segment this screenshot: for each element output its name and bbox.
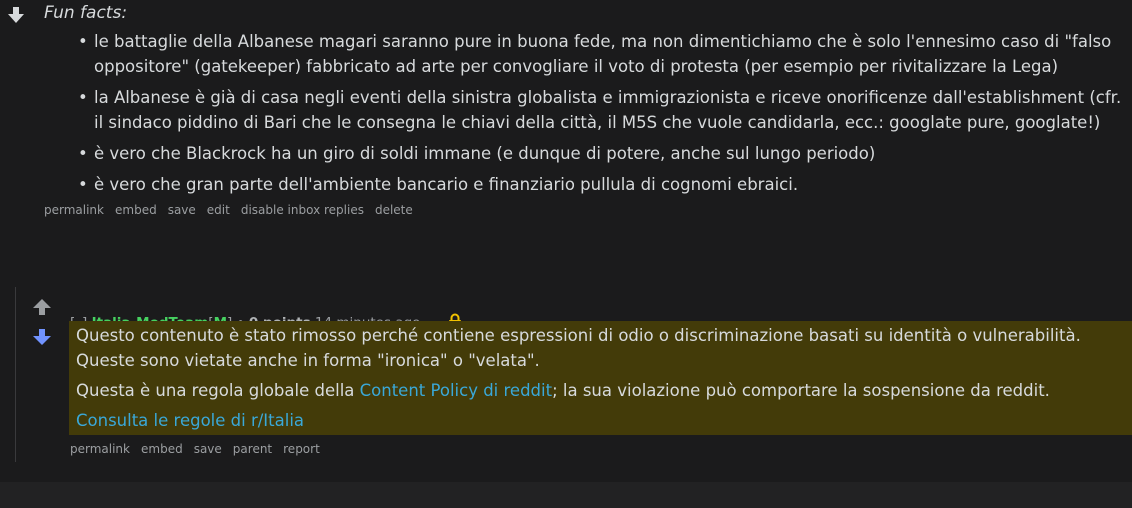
list-item: le battaglie della Albanese magari saran… bbox=[44, 29, 1129, 79]
facts-list: le battaglie della Albanese magari saran… bbox=[44, 29, 1129, 197]
delete-link[interactable]: delete bbox=[375, 203, 413, 217]
footer-strip bbox=[0, 482, 1132, 508]
embed-link[interactable]: embed bbox=[115, 203, 157, 217]
comment-parent: Fun facts: le battaglie della Albanese m… bbox=[44, 0, 1129, 217]
content-policy-link[interactable]: Content Policy di reddit bbox=[360, 381, 552, 400]
list-item: la Albanese è già di casa negli eventi d… bbox=[44, 85, 1129, 135]
comment-actions: permalink embed save parent report bbox=[70, 442, 320, 456]
downvote-arrow-icon[interactable] bbox=[7, 6, 25, 24]
removal-message: Questo contenuto è stato rimosso perché … bbox=[69, 321, 1132, 435]
list-item: è vero che Blackrock ha un giro di soldi… bbox=[44, 141, 1129, 166]
embed-link[interactable]: embed bbox=[141, 442, 183, 456]
removal-reason: Questo contenuto è stato rimosso perché … bbox=[76, 326, 1081, 370]
parent-link[interactable]: parent bbox=[233, 442, 272, 456]
list-item: è vero che gran parte dell'ambiente banc… bbox=[44, 172, 1129, 197]
permalink-link[interactable]: permalink bbox=[70, 442, 130, 456]
comment-heading: Fun facts: bbox=[44, 3, 128, 23]
rules-line: Consulta le regole di r/Italia bbox=[69, 408, 1132, 433]
upvote-arrow-icon[interactable] bbox=[32, 298, 52, 316]
edit-link[interactable]: edit bbox=[207, 203, 230, 217]
downvote-arrow-icon[interactable] bbox=[32, 328, 52, 346]
save-link[interactable]: save bbox=[168, 203, 196, 217]
policy-line: Questa è una regola globale della Conten… bbox=[69, 378, 1132, 403]
save-link[interactable]: save bbox=[194, 442, 222, 456]
rules-link[interactable]: Consulta le regole di r/Italia bbox=[76, 411, 304, 430]
policy-suffix: ; la sua violazione può comportare la so… bbox=[552, 381, 1050, 400]
disable-inbox-replies-link[interactable]: disable inbox replies bbox=[241, 203, 364, 217]
comment-child: [–] Italia-ModTeam[M] • 0 points 14 minu… bbox=[15, 287, 1132, 462]
permalink-link[interactable]: permalink bbox=[44, 203, 104, 217]
report-link[interactable]: report bbox=[283, 442, 320, 456]
policy-prefix: Questa è una regola globale della bbox=[76, 381, 360, 400]
comment-actions: permalink embed save edit disable inbox … bbox=[44, 203, 1129, 217]
